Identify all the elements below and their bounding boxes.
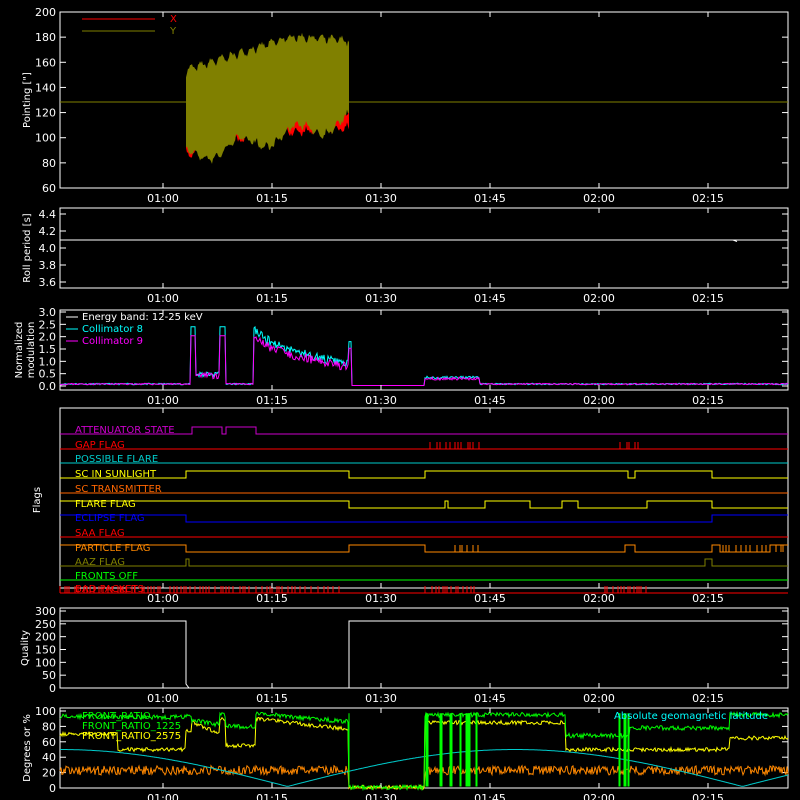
xtick-label: 02:00 — [583, 192, 615, 205]
ytick-label: 3.8 — [39, 259, 57, 272]
ytick-label: 150 — [35, 644, 56, 657]
ytick-label: 50 — [42, 669, 56, 682]
ytick-label: 100 — [35, 132, 56, 145]
ytick-label: 200 — [35, 6, 56, 19]
modulation-legend-c9: Collimator 9 — [82, 336, 143, 347]
xtick-label: 01:45 — [474, 792, 506, 800]
modulation-legend-energy: Energy band: 12-25 keV — [82, 312, 203, 323]
xtick-label: 01:15 — [256, 394, 288, 407]
xtick-label: 01:15 — [256, 792, 288, 800]
ytick-label: 120 — [35, 107, 56, 120]
xtick-label: 01:45 — [474, 394, 506, 407]
ratio-right-label: Absolute geomagnetic latitude — [614, 711, 768, 722]
xtick-label: 01:00 — [147, 192, 179, 205]
ytick-label: 300 — [35, 605, 56, 618]
ytick-label: 140 — [35, 81, 56, 94]
xtick-label: 02:00 — [583, 292, 615, 305]
xtick-label: 01:30 — [365, 692, 397, 705]
xtick-label: 02:15 — [692, 792, 724, 800]
xtick-label: 01:15 — [256, 692, 288, 705]
xtick-label: 01:00 — [147, 792, 179, 800]
ytick-label: 4.4 — [39, 208, 57, 221]
xtick-label: 01:30 — [365, 394, 397, 407]
xtick-label: 01:15 — [256, 592, 288, 605]
ytick-label: 0.5 — [39, 368, 57, 381]
ytick-label: 80 — [42, 720, 56, 733]
ytick-label: 0.0 — [39, 380, 57, 393]
xtick-label: 02:15 — [692, 592, 724, 605]
ytick-label: 4.0 — [39, 242, 57, 255]
pointing-legend-y: Y — [169, 26, 177, 37]
xtick-label: 02:15 — [692, 192, 724, 205]
ytick-label: 160 — [35, 56, 56, 69]
ytick-label: 100 — [35, 656, 56, 669]
ytick-label: 200 — [35, 631, 56, 644]
ytick-label: 0 — [49, 682, 56, 695]
flags-ylabel: Flags — [32, 487, 43, 513]
xtick-label: 01:45 — [474, 592, 506, 605]
xtick-label: 01:00 — [147, 394, 179, 407]
ytick-label: 3.0 — [39, 306, 57, 319]
ytick-label: 250 — [35, 618, 56, 631]
xtick-label: 01:15 — [256, 292, 288, 305]
ratio-ylabel: Degrees or % — [22, 714, 33, 782]
xtick-label: 01:30 — [365, 792, 397, 800]
ytick-label: 1.5 — [39, 343, 57, 356]
xtick-label: 02:00 — [583, 592, 615, 605]
xtick-label: 01:30 — [365, 592, 397, 605]
ytick-label: 0 — [49, 782, 56, 795]
xtick-label: 01:00 — [147, 292, 179, 305]
xtick-label: 02:00 — [583, 394, 615, 407]
ytick-label: 3.6 — [39, 276, 57, 289]
xtick-label: 02:15 — [692, 394, 724, 407]
ytick-label: 1.0 — [39, 355, 57, 368]
ytick-label: 4.2 — [39, 225, 57, 238]
ytick-label: 60 — [42, 736, 56, 749]
xtick-label: 01:00 — [147, 592, 179, 605]
ytick-label: 40 — [42, 751, 56, 764]
modulation-legend-c8: Collimator 8 — [82, 324, 143, 335]
ytick-label: 80 — [42, 157, 56, 170]
ytick-label: 2.5 — [39, 318, 57, 331]
xtick-label: 01:45 — [474, 192, 506, 205]
pointing-ylabel: Pointing ["] — [22, 72, 33, 128]
roll-ylabel: Roll period [s] — [22, 213, 33, 282]
xtick-label: 02:15 — [692, 692, 724, 705]
pointing-legend-x: X — [170, 14, 177, 25]
ytick-label: 180 — [35, 31, 56, 44]
ratio-legend-3: FRONT_RATIO_2575 — [82, 731, 181, 742]
xtick-label: 02:00 — [583, 792, 615, 800]
xtick-label: 01:45 — [474, 292, 506, 305]
ytick-label: 2.0 — [39, 331, 57, 344]
xtick-label: 01:15 — [256, 192, 288, 205]
xtick-label: 02:00 — [583, 692, 615, 705]
quality-ylabel: Quality — [20, 630, 31, 666]
ytick-label: 20 — [42, 767, 56, 780]
chart-canvas: Pointing ["] 2001801601401201008060 X Y … — [0, 0, 800, 800]
ytick-label: 60 — [42, 182, 56, 195]
ytick-label: 100 — [35, 705, 56, 718]
xtick-label: 01:45 — [474, 692, 506, 705]
xtick-label: 01:30 — [365, 292, 397, 305]
xtick-label: 01:00 — [147, 692, 179, 705]
xtick-label: 01:30 — [365, 192, 397, 205]
modulation-ylabel-1: Normalized — [14, 322, 25, 379]
xtick-label: 02:15 — [692, 292, 724, 305]
modulation-ylabel-2: modulation — [26, 322, 37, 379]
